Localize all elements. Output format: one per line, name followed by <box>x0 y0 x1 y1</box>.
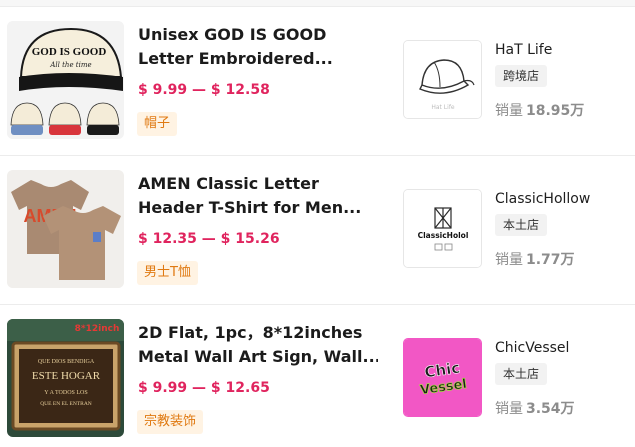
product-image[interactable]: 8*12inch QUE DIOS BENDIGA ESTE HOGAR Y A… <box>7 319 124 437</box>
sales-count: 销量 3.54万 <box>495 398 575 418</box>
product-title-line2: Header T-Shirt for Men... <box>138 198 362 217</box>
product-title[interactable]: Unisex GOD IS GOOD Letter Embroidered... <box>138 23 378 71</box>
store-type-badge: 本土店 <box>495 214 548 236</box>
cap-script-text: All the time <box>49 61 91 69</box>
product-row[interactable]: AMEN AMEN Classic Letter Header T-Shirt … <box>0 156 635 305</box>
cap-text: GOD IS GOOD <box>32 46 107 58</box>
cap-variant-red <box>48 102 82 135</box>
product-title[interactable]: 2D Flat, 1pc，8*12inches Metal Wall Art S… <box>138 321 378 369</box>
product-title-line2: Metal Wall Art Sign, Wall... <box>138 347 378 366</box>
price-min: $ 9.99 <box>138 82 188 98</box>
store-type-badge: 跨境店 <box>495 65 548 87</box>
price-separator: — <box>192 82 207 98</box>
sales-label: 销量 <box>495 401 523 417</box>
category-tag[interactable]: 帽子 <box>137 112 178 136</box>
price-separator: — <box>201 231 216 247</box>
store-logo-text: Hat Life <box>431 104 455 111</box>
sales-value: 1.77万 <box>526 252 575 268</box>
price-range: $ 9.99 — $ 12.58 <box>138 82 270 98</box>
product-image[interactable]: GOD IS GOOD All the time <box>7 21 124 139</box>
price-min: $ 9.99 <box>138 380 188 396</box>
wall-sign-icon: 8*12inch QUE DIOS BENDIGA ESTE HOGAR Y A… <box>7 319 124 437</box>
sales-value: 3.54万 <box>526 401 575 417</box>
store-logo[interactable]: Hat Life <box>403 40 482 119</box>
product-list: GOD IS GOOD All the time Unisex GOD IS G <box>0 7 635 447</box>
store-logo[interactable]: Chic Vessel <box>403 338 482 417</box>
price-separator: — <box>192 380 207 396</box>
sales-label: 销量 <box>495 103 523 119</box>
sales-count: 销量 18.95万 <box>495 100 584 120</box>
cap-outline-icon: Hat Life <box>404 41 481 118</box>
store-type-badge: 本土店 <box>495 363 548 385</box>
tshirt-chest-print <box>93 232 101 242</box>
sign-line-3: Y A TODOS LOS <box>44 390 87 396</box>
sales-value: 18.95万 <box>526 103 585 119</box>
tower-icon: ClassicHolol <box>404 190 481 267</box>
product-title-line1: AMEN Classic Letter <box>138 174 319 193</box>
product-title[interactable]: AMEN Classic Letter Header T-Shirt for M… <box>138 172 378 220</box>
price-max: $ 12.58 <box>210 82 270 98</box>
category-tag[interactable]: 男士T恤 <box>137 261 198 285</box>
sign-line-2: ESTE HOGAR <box>32 370 101 382</box>
cap-variant-blue <box>10 102 44 135</box>
sign-line-1: QUE DIOS BENDIGA <box>38 359 95 365</box>
baseball-cap-icon: GOD IS GOOD All the time <box>7 21 124 139</box>
cap-variant-black <box>86 102 120 135</box>
price-max: $ 12.65 <box>210 380 270 396</box>
product-row[interactable]: 8*12inch QUE DIOS BENDIGA ESTE HOGAR Y A… <box>0 305 635 447</box>
price-min: $ 12.35 <box>138 231 197 247</box>
product-row[interactable]: GOD IS GOOD All the time Unisex GOD IS G <box>0 7 635 156</box>
product-image[interactable]: AMEN <box>7 170 124 288</box>
chic-vessel-logo-icon: Chic Vessel <box>404 339 481 416</box>
product-title-line1: 2D Flat, 1pc，8*12inches <box>138 323 363 342</box>
category-tag[interactable]: 宗教装饰 <box>137 410 204 434</box>
price-range: $ 12.35 — $ 15.26 <box>138 231 280 247</box>
price-max: $ 15.26 <box>220 231 280 247</box>
sign-line-4: QUE EN EL ENTRAN <box>40 401 92 407</box>
store-name[interactable]: HaT Life <box>495 42 552 58</box>
sales-label: 销量 <box>495 252 523 268</box>
top-divider-strip <box>0 0 635 7</box>
price-range: $ 9.99 — $ 12.65 <box>138 380 270 396</box>
size-label: 8*12inch <box>75 324 120 334</box>
product-title-line2: Letter Embroidered... <box>138 49 333 68</box>
tshirt-icon: AMEN <box>7 170 124 288</box>
store-logo-text: ClassicHolol <box>418 231 469 240</box>
store-name[interactable]: ChicVessel <box>495 340 569 356</box>
store-name[interactable]: ClassicHollow <box>495 191 590 207</box>
store-logo[interactable]: ClassicHolol <box>403 189 482 268</box>
product-title-line1: Unisex GOD IS GOOD <box>138 25 327 44</box>
sales-count: 销量 1.77万 <box>495 249 575 269</box>
